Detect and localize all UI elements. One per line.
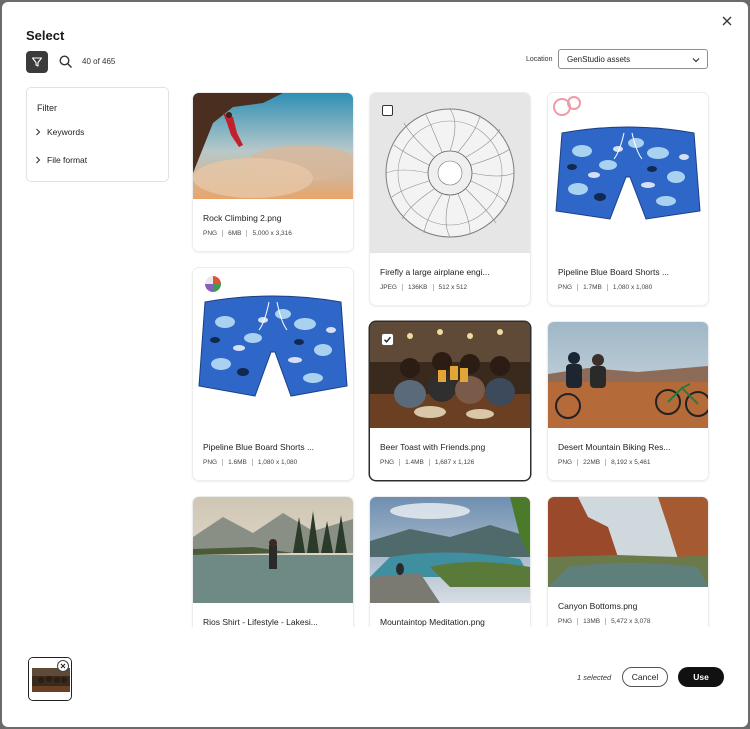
asset-card[interactable]: Pipeline Blue Board Shorts ... PNG 1.7MB… xyxy=(548,93,708,305)
result-count: 40 of 465 xyxy=(82,57,116,66)
asset-thumbnail xyxy=(193,93,353,199)
asset-card[interactable]: Firefly a large airplane engi... JPEG 13… xyxy=(370,93,530,305)
asset-size: 6MB xyxy=(228,230,242,237)
asset-size: 13MB xyxy=(583,618,601,625)
asset-dimensions: 5,472 x 3,078 xyxy=(611,618,651,625)
close-icon xyxy=(60,663,66,669)
asset-type: PNG xyxy=(203,230,218,237)
cancel-button[interactable]: Cancel xyxy=(622,667,668,687)
asset-select-dialog: Select 40 of 465 Location GenStudio asse… xyxy=(2,2,748,727)
asset-name: Firefly a large airplane engi... xyxy=(380,267,490,277)
asset-dimensions: 512 x 512 xyxy=(438,284,468,291)
asset-thumbnail xyxy=(370,497,530,603)
asset-thumbnail xyxy=(548,497,708,587)
location-label: Location xyxy=(526,56,553,63)
asset-name: Canyon Bottoms.png xyxy=(558,601,638,611)
location-value: GenStudio assets xyxy=(567,54,631,64)
filter-funnel-icon xyxy=(31,57,43,67)
chevron-right-icon xyxy=(36,128,41,136)
asset-name: Rios Shirt - Lifestyle - Lakesi... xyxy=(203,617,318,627)
selection-count: 1 selected xyxy=(577,673,612,682)
asset-name: Desert Mountain Biking Res... xyxy=(558,442,671,452)
asset-name: Pipeline Blue Board Shorts ... xyxy=(558,267,670,277)
asset-meta: PNG 1.6MB 1,080 x 1,080 xyxy=(203,459,297,466)
asset-thumbnail xyxy=(193,268,353,428)
use-button[interactable]: Use xyxy=(678,667,724,687)
asset-thumbnail xyxy=(193,497,353,603)
filter-title: Filter xyxy=(37,103,57,113)
asset-name: Beer Toast with Friends.png xyxy=(380,442,486,452)
asset-meta: PNG 1.4MB 1,687 x 1,126 xyxy=(380,459,474,466)
asset-card[interactable]: Rios Shirt - Lifestyle - Lakesi... xyxy=(193,497,353,627)
asset-meta: JPEG 136KB 512 x 512 xyxy=(380,284,467,291)
search-icon[interactable] xyxy=(58,54,74,70)
asset-thumbnail xyxy=(548,322,708,428)
dialog-title: Select xyxy=(26,28,65,43)
asset-type: PNG xyxy=(558,618,573,625)
chevron-down-icon xyxy=(692,58,700,63)
asset-meta: PNG 6MB 5,000 x 3,316 xyxy=(203,230,292,237)
asset-dimensions: 5,000 x 3,316 xyxy=(252,230,292,237)
asset-meta: PNG 22MB 8,192 x 5,461 xyxy=(558,459,650,466)
asset-type: PNG xyxy=(558,284,573,291)
location-select[interactable]: GenStudio assets xyxy=(558,49,708,69)
asset-thumbnail xyxy=(548,93,708,253)
asset-meta: PNG 1.7MB 1,080 x 1,080 xyxy=(558,284,652,291)
chevron-right-icon xyxy=(36,156,41,164)
asset-dimensions: 1,687 x 1,126 xyxy=(434,459,475,466)
select-checkbox[interactable] xyxy=(382,105,393,116)
asset-size: 1.4MB xyxy=(405,459,424,466)
close-icon[interactable] xyxy=(720,14,734,28)
asset-size: 1.7MB xyxy=(583,284,602,291)
filter-item-label: Keywords xyxy=(47,127,85,137)
checkmark-icon xyxy=(384,336,392,343)
asset-name: Rock Climbing 2.png xyxy=(203,213,282,223)
asset-card[interactable]: Desert Mountain Biking Res... PNG 22MB 8… xyxy=(548,322,708,480)
asset-dimensions: 8,192 x 5,461 xyxy=(611,459,651,466)
asset-card[interactable]: Rock Climbing 2.png PNG 6MB 5,000 x 3,31… xyxy=(193,93,353,251)
asset-size: 136KB xyxy=(407,284,428,291)
asset-thumbnail xyxy=(370,322,530,428)
asset-card-selected[interactable]: Beer Toast with Friends.png PNG 1.4MB 1,… xyxy=(370,322,530,480)
filter-item-keywords[interactable]: Keywords xyxy=(35,125,84,139)
asset-name: Pipeline Blue Board Shorts ... xyxy=(203,442,315,452)
asset-type: PNG xyxy=(380,459,395,466)
remove-selected-button[interactable] xyxy=(57,660,69,672)
asset-grid[interactable]: Rock Climbing 2.png PNG 6MB 5,000 x 3,31… xyxy=(187,87,732,627)
asset-dimensions: 1,080 x 1,080 xyxy=(257,459,298,466)
filter-panel: Filter Keywords File format xyxy=(26,87,169,182)
asset-card[interactable]: Mountaintop Meditation.png xyxy=(370,497,530,627)
asset-type: PNG xyxy=(558,459,573,466)
filter-toggle-button[interactable] xyxy=(26,51,48,73)
asset-size: 22MB xyxy=(583,459,601,466)
asset-type: JPEG xyxy=(380,284,397,291)
asset-size: 1.6MB xyxy=(228,459,247,466)
asset-meta: PNG 13MB 5,472 x 3,078 xyxy=(558,618,650,625)
asset-card[interactable]: Pipeline Blue Board Shorts ... PNG 1.6MB… xyxy=(193,268,353,480)
select-checkbox-checked[interactable] xyxy=(382,334,393,345)
filter-item-file-format[interactable]: File format xyxy=(35,153,87,167)
asset-name: Mountaintop Meditation.png xyxy=(380,617,485,627)
asset-type: PNG xyxy=(203,459,218,466)
filter-item-label: File format xyxy=(47,155,88,165)
asset-dimensions: 1,080 x 1,080 xyxy=(612,284,653,291)
asset-thumbnail xyxy=(370,93,530,253)
asset-card[interactable]: Canyon Bottoms.png PNG 13MB 5,472 x 3,07… xyxy=(548,497,708,627)
